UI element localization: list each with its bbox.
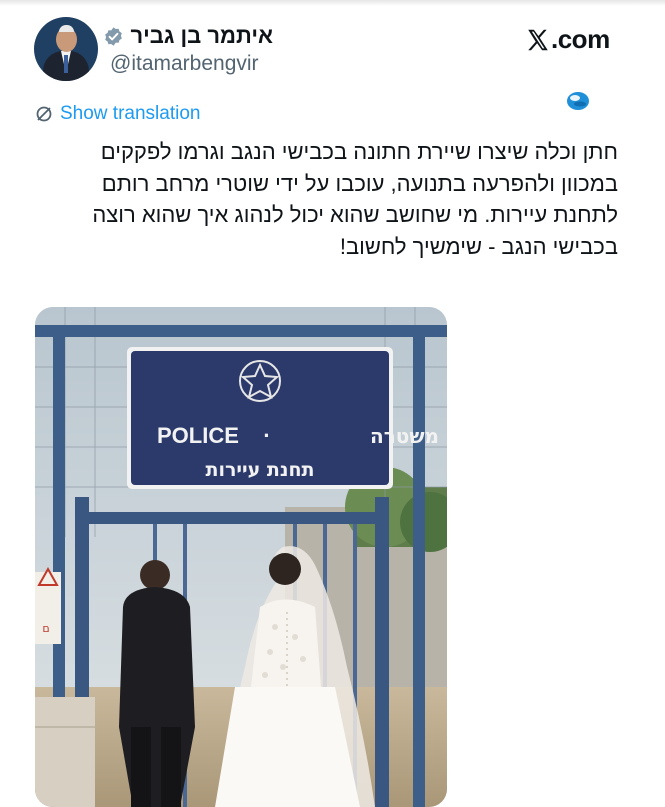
globe-orb-icon (567, 92, 589, 110)
sign-station-he: תחנת עיירות (205, 459, 314, 481)
sign-police-he: משטרה (370, 424, 439, 448)
tweet-card: איתמר בן גביר @itamarbengvir .com Show t… (0, 0, 665, 807)
x-brand: .com (525, 24, 610, 55)
x-logo-icon (528, 29, 548, 50)
verified-badge-icon (105, 26, 123, 46)
top-edge (0, 0, 665, 6)
author-name-row[interactable]: איתמר בן גביר (103, 23, 273, 49)
display-name[interactable]: איתמר בן גביר (130, 23, 273, 49)
photo-scene: ם POLICE · משטרה תחנת עיירות (35, 307, 447, 807)
sign-separator: · (263, 423, 270, 448)
user-handle[interactable]: @itamarbengvir (110, 52, 259, 76)
tweet-line: לתחנת עיירות. מי שחושב שהוא יכול לנהוג א… (92, 202, 618, 227)
tweet-line: חתן וכלה שיצרו שיירת חתונה בכבישי הנגב ו… (100, 139, 618, 164)
brand-domain: .com (551, 24, 610, 54)
show-translation-link[interactable]: Show translation (34, 103, 200, 125)
gate-post-right (413, 325, 425, 807)
avatar-tie (64, 55, 68, 73)
show-translation-label[interactable]: Show translation (60, 103, 200, 125)
tweet-text: חתן וכלה שיצרו שיירת חתונה בכבישי הנגב ו… (48, 136, 618, 262)
avatar[interactable] (34, 17, 98, 81)
tweet-line: במכוון ולהפרעה בתנועה, עוכבו על ידי שוטר… (101, 170, 618, 196)
translate-icon (36, 106, 52, 122)
tweet-line: בכבישי הנגב - שימשיך לחשוב! (339, 233, 618, 259)
side-sign-text: ם (42, 622, 49, 635)
sign-police-en: POLICE (157, 423, 239, 448)
avatar-kippa (59, 25, 74, 32)
tweet-media-photo[interactable]: ם POLICE · משטרה תחנת עיירות (35, 307, 447, 807)
police-sign: POLICE · משטרה תחנת עיירות (127, 347, 439, 489)
groom-figure (119, 560, 195, 807)
